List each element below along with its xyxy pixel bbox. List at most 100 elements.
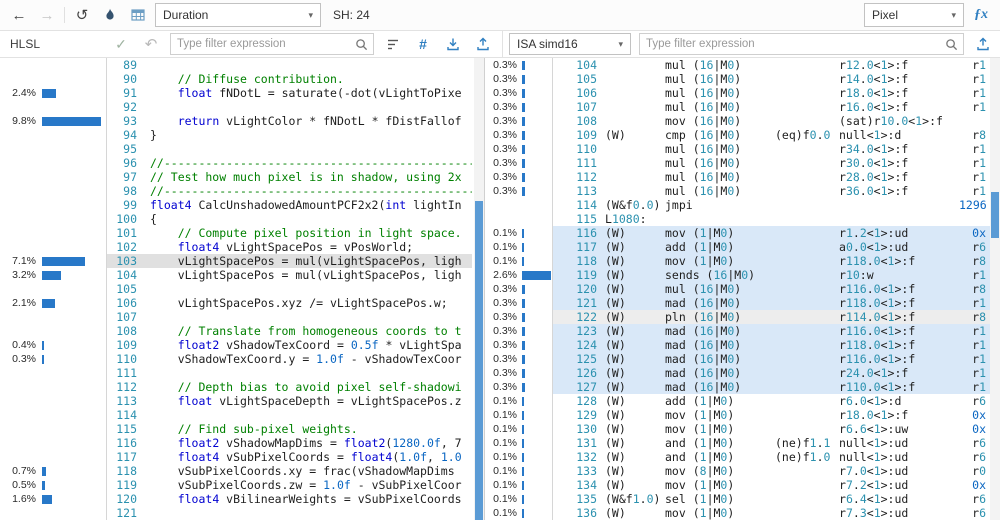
hlsl-line-row[interactable]: 114 (0, 408, 472, 422)
hlsl-line-row[interactable]: 108 // Translate from homogeneous coords… (0, 324, 472, 338)
hlsl-line-row[interactable]: 3.2%104 vLightSpacePos = mul(vLightSpace… (0, 268, 472, 282)
isa-line-row[interactable]: 0.3%120(W)mul (16|M0)r116.0<1>:fr8 (485, 282, 990, 296)
isa-line-row[interactable]: 0.3%123(W)mad (16|M0)r116.0<1>:fr1 (485, 324, 990, 338)
isa-line-row[interactable]: 0.3%113mul (16|M0)r36.0<1>:fr1 (485, 184, 990, 198)
hlsl-scrollbar[interactable] (474, 58, 484, 520)
download-button[interactable] (442, 33, 464, 55)
hlsl-line-row[interactable]: 2.4%91 float fNDotL = saturate(-dot(vLig… (0, 86, 472, 100)
isa-line-row[interactable]: 0.3%108mov (16|M0)(sat)r10.0<1>:f (485, 114, 990, 128)
hlsl-line-row[interactable]: 105 (0, 282, 472, 296)
isa-line-row[interactable]: 0.3%124(W)mad (16|M0)r118.0<1>:fr1 (485, 338, 990, 352)
hlsl-line-row[interactable]: 90 // Diffuse contribution. (0, 72, 472, 86)
export-button[interactable] (972, 33, 994, 55)
hlsl-line-row[interactable]: 113 float vLightSpaceDepth = vLightSpace… (0, 394, 472, 408)
forward-button[interactable]: → (36, 4, 58, 26)
hlsl-line-row[interactable]: 0.3%110 vShadowTexCoord.y = 1.0f - vShad… (0, 352, 472, 366)
hlsl-line-row[interactable]: 2.1%106 vLightSpacePos.xyz /= vLightSpac… (0, 296, 472, 310)
isa-line-row[interactable]: 0.3%111mul (16|M0)r30.0<1>:fr1 (485, 156, 990, 170)
hlsl-duration-bar-cell (39, 212, 106, 226)
isa-line-row[interactable]: 0.3%121(W)mad (16|M0)r118.0<1>:fr1 (485, 296, 990, 310)
hlsl-line-row[interactable]: 100{ (0, 212, 472, 226)
isa-line-row[interactable]: 0.3%110mul (16|M0)r34.0<1>:fr1 (485, 142, 990, 156)
isa-line-row[interactable]: 115L1080: (485, 212, 990, 226)
hlsl-line-row[interactable]: 112 // Depth bias to avoid pixel self-sh… (0, 380, 472, 394)
isa-line-row[interactable]: 0.3%106mul (16|M0)r18.0<1>:fr1 (485, 86, 990, 100)
isa-line-row[interactable]: 0.1%130(W)mov (1|M0)r6.6<1>:uw0x (485, 422, 990, 436)
isa-line-row[interactable]: 0.1%128(W)add (1|M0)r6.0<1>:dr6 (485, 394, 990, 408)
duration-bar (522, 397, 524, 406)
isa-filter-input[interactable] (640, 38, 945, 50)
hlsl-line-number: 100 (107, 212, 137, 226)
isa-src-operand: r6 (959, 450, 990, 464)
hlsl-line-row[interactable]: 111 (0, 366, 472, 380)
hlsl-duration-bar-cell (39, 226, 106, 240)
isa-scrollbar[interactable] (990, 58, 1000, 520)
table-view-button[interactable] (127, 4, 149, 26)
isa-line-row[interactable]: 0.1%135(W&f1.0)sel (1|M0)r6.4<1>:udr6 (485, 492, 990, 506)
isa-line-body: 114(W&f0.0)jmpi1296 (552, 198, 990, 212)
line-numbers-button[interactable]: # (412, 33, 434, 55)
isa-line-row[interactable]: 0.3%122(W)pln (16|M0)r114.0<1>:fr8 (485, 310, 990, 324)
hlsl-line-row[interactable]: 89 (0, 58, 472, 72)
hlsl-line-row[interactable]: 98//------------------------------------… (0, 184, 472, 198)
isa-line-row[interactable]: 0.1%132(W)and (1|M0)(ne)f1.0null<1>:udr6 (485, 450, 990, 464)
isa-line-row[interactable]: 0.3%104mul (16|M0)r12.0<1>:fr1 (485, 58, 990, 72)
hlsl-line-row[interactable]: 97// Test how much pixel is in shadow, u… (0, 170, 472, 184)
isa-line-row[interactable]: 114(W&f0.0)jmpi1296 (485, 198, 990, 212)
isa-line-row[interactable]: 0.1%116(W)mov (1|M0)r1.2<1>:ud0x (485, 226, 990, 240)
isa-line-duration: 0.3% (485, 282, 520, 296)
hlsl-line-row[interactable]: 9.8%93 return vLightColor * fNDotL * fDi… (0, 114, 472, 128)
isa-scrollbar-thumb[interactable] (991, 192, 999, 238)
hlsl-line-number: 101 (107, 226, 137, 240)
isa-line-row[interactable]: 0.3%112mul (16|M0)r28.0<1>:fr1 (485, 170, 990, 184)
isa-line-row[interactable]: 0.3%125(W)mad (16|M0)r116.0<1>:fr1 (485, 352, 990, 366)
hlsl-line-row[interactable]: 116 float2 vShadowMapDims = float2(1280.… (0, 436, 472, 450)
duration-bar (522, 271, 551, 280)
isa-line-row[interactable]: 0.3%127(W)mad (16|M0)r110.0<1>:fr1 (485, 380, 990, 394)
upload-button[interactable] (472, 33, 494, 55)
hlsl-line-row[interactable]: 0.4%109 float2 vShadowTexCoord = 0.5f * … (0, 338, 472, 352)
hlsl-line-row[interactable]: 102 float4 vLightSpacePos = vPosWorld; (0, 240, 472, 254)
hlsl-scrollbar-thumb[interactable] (475, 201, 483, 520)
hlsl-line-row[interactable]: 95 (0, 142, 472, 156)
isa-line-row[interactable]: 0.1%134(W)mov (1|M0)r7.2<1>:ud0x (485, 478, 990, 492)
isa-line-row[interactable]: 2.6%119(W)sends (16|M0)r10:wr1 (485, 268, 990, 282)
hotspots-button[interactable] (99, 4, 121, 26)
hlsl-line-row[interactable]: 115 // Find sub-pixel weights. (0, 422, 472, 436)
isa-line-row[interactable]: 0.1%133(W)mov (8|M0)r7.0<1>:udr0 (485, 464, 990, 478)
hlsl-line-row[interactable]: 1.6%120 float4 vBilinearWeights = vSubPi… (0, 492, 472, 506)
isa-line-body: 105mul (16|M0)r14.0<1>:fr1 (552, 72, 990, 86)
isa-exec-flag: (W) (605, 352, 665, 366)
isa-line-row[interactable]: 0.1%129(W)mov (1|M0)r18.0<1>:f0x (485, 408, 990, 422)
fx-button[interactable]: ƒx (970, 4, 992, 26)
isa-line-row[interactable]: 0.1%117(W)add (1|M0)a0.0<1>:udr6 (485, 240, 990, 254)
isa-exec-flag: (W) (605, 450, 665, 464)
isa-dropdown[interactable]: ISA simd16 ▾ (509, 33, 631, 55)
hlsl-line-row[interactable]: 101 // Compute pixel position in light s… (0, 226, 472, 240)
isa-line-row[interactable]: 0.3%105mul (16|M0)r14.0<1>:fr1 (485, 72, 990, 86)
hlsl-line-row[interactable]: 96//------------------------------------… (0, 156, 472, 170)
hlsl-line-row[interactable]: 107 (0, 310, 472, 324)
hlsl-line-row[interactable]: 0.5%119 vSubPixelCoords.zw = 1.0f - vSub… (0, 478, 472, 492)
metric-dropdown[interactable]: Duration ▾ (155, 3, 321, 27)
sort-hotspots-button[interactable] (382, 33, 404, 55)
history-button[interactable]: ↺ (71, 4, 93, 26)
hlsl-line-row[interactable]: 7.1%103 vLightSpacePos = mul(vLightSpace… (0, 254, 472, 268)
hlsl-filter-input[interactable] (171, 38, 355, 50)
isa-line-row[interactable]: 0.3%109(W)cmp (16|M0)(eq)f0.0null<1>:dr8 (485, 128, 990, 142)
isa-line-row[interactable]: 0.1%118(W)mov (1|M0)r118.0<1>:fr8 (485, 254, 990, 268)
hlsl-line-row[interactable]: 117 float4 vSubPixelCoords = float4(1.0f… (0, 450, 472, 464)
apply-button[interactable]: ✓ (110, 33, 132, 55)
isa-line-row[interactable]: 0.3%126(W)mad (16|M0)r24.0<1>:fr1 (485, 366, 990, 380)
hlsl-line-row[interactable]: 94} (0, 128, 472, 142)
isa-line-row[interactable]: 0.3%107mul (16|M0)r16.0<1>:fr1 (485, 100, 990, 114)
isa-line-row[interactable]: 0.1%131(W)and (1|M0)(ne)f1.1null<1>:udr6 (485, 436, 990, 450)
isa-exec-flag: (W) (605, 310, 665, 324)
hlsl-line-row[interactable]: 0.7%118 vSubPixelCoords.xy = frac(vShado… (0, 464, 472, 478)
hlsl-line-row[interactable]: 92 (0, 100, 472, 114)
isa-duration-bar-cell (520, 58, 552, 72)
hlsl-line-row[interactable]: 99float4 CalcUnshadowedAmountPCF2x2(int … (0, 198, 472, 212)
back-button[interactable]: ← (8, 4, 30, 26)
stage-dropdown[interactable]: Pixel ▾ (864, 3, 964, 27)
revert-button[interactable]: ↶ (140, 33, 162, 55)
